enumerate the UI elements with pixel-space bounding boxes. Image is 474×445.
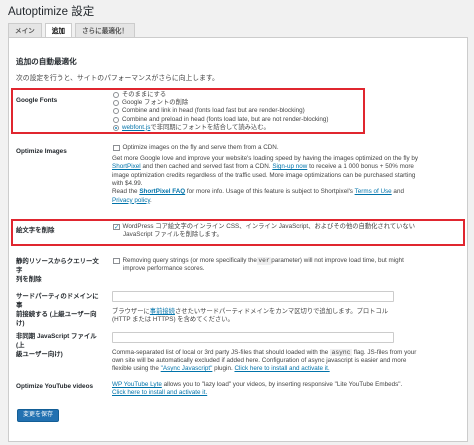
page-title: Autoptimize 設定 bbox=[8, 6, 95, 18]
settings-tabs: メイン 追加 さらに最適化！ bbox=[8, 23, 138, 38]
async-js-input[interactable] bbox=[112, 332, 394, 343]
youtube-help: WP YouTube Lyte allows you to "lazy load… bbox=[112, 381, 403, 397]
async-install-link[interactable]: Click here to install and activate it. bbox=[234, 365, 329, 372]
privacy-policy-link[interactable]: Privacy policy bbox=[112, 197, 150, 204]
preconnect-help: ブラウザーに事前接続させたいサードパーティドメインをカンマ区切りで追加します。プ… bbox=[112, 308, 389, 324]
preconnect-input[interactable] bbox=[112, 291, 394, 302]
signup-link[interactable]: Sign-up now bbox=[272, 163, 307, 170]
section-description: 次の設定を行うと、サイトのパフォーマンスがさらに向上します。 bbox=[16, 75, 219, 82]
async-js-label: 非同期 JavaScript ファイル (上 級ユーザー向け) bbox=[16, 333, 97, 358]
youtube-label: Optimize YouTube videos bbox=[16, 383, 94, 390]
wp-youtube-lyte-link[interactable]: WP YouTube Lyte bbox=[112, 381, 162, 388]
google-fonts-highlight bbox=[11, 88, 365, 134]
optimize-images-description: Get more Google love and improve your we… bbox=[112, 155, 419, 204]
terms-of-use-link[interactable]: Terms of Use bbox=[355, 188, 392, 195]
settings-panel: 追加の自動最適化 次の設定を行うと、サイトのパフォーマンスがさらに向上します。 … bbox=[8, 37, 468, 442]
query-strings-checkbox[interactable] bbox=[113, 257, 120, 264]
emoji-highlight bbox=[11, 219, 465, 246]
tab-optimize-more[interactable]: さらに最適化！ bbox=[74, 23, 136, 37]
tab-extra[interactable]: 追加 bbox=[44, 23, 72, 38]
section-title: 追加の自動最適化 bbox=[16, 57, 77, 66]
optimize-images-checkbox-line[interactable]: Optimize images on the fly and serve the… bbox=[112, 144, 462, 152]
youtube-install-link[interactable]: Click here to install and activate it. bbox=[112, 389, 207, 396]
query-strings-field: Removing query strings (or more specific… bbox=[112, 257, 462, 273]
query-strings-checkbox-line[interactable]: Removing query strings (or more specific… bbox=[112, 257, 462, 266]
preconnect-link[interactable]: 事前接続 bbox=[150, 308, 175, 315]
async-javascript-plugin-link[interactable]: "Async Javascript" bbox=[161, 365, 213, 372]
tab-main[interactable]: メイン bbox=[8, 23, 42, 37]
shortpixel-faq-link[interactable]: ShortPixel FAQ bbox=[139, 188, 185, 195]
preconnect-label: サードパーティのドメインに事 前接続する (上級ユーザー向け) bbox=[16, 293, 99, 327]
optimize-images-field: Optimize images on the fly and serve the… bbox=[112, 144, 462, 205]
shortpixel-link[interactable]: ShortPixel bbox=[112, 163, 141, 170]
optimize-images-checkbox[interactable] bbox=[113, 144, 120, 151]
query-strings-label: 静的リソースからクエリー文字 列を削除 bbox=[16, 258, 99, 283]
async-js-help: Comma-separated list of local or 3rd par… bbox=[112, 349, 417, 373]
optimize-images-label: Optimize Images bbox=[16, 148, 67, 155]
save-changes-button[interactable]: 変更を保存 bbox=[17, 409, 59, 422]
